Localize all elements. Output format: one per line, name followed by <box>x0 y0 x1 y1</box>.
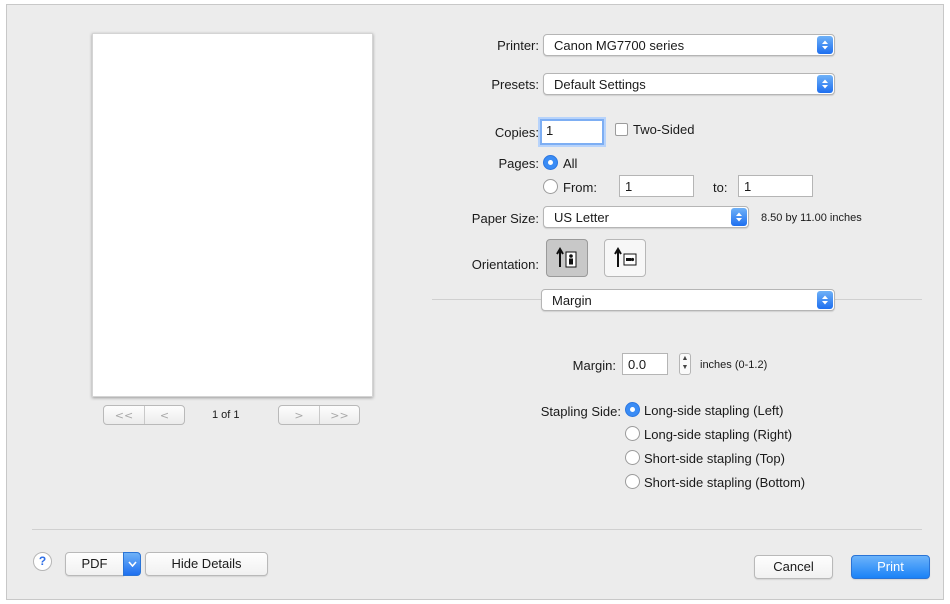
printer-label: Printer: <box>497 38 539 53</box>
cancel-button[interactable]: Cancel <box>754 555 833 579</box>
pages-from-label: From: <box>563 180 597 195</box>
page-preview <box>92 33 373 397</box>
previous-page-button[interactable]: < <box>144 406 184 424</box>
orientation-label: Orientation: <box>471 257 539 272</box>
next-page-button[interactable]: > <box>279 406 319 424</box>
paper-dimensions: 8.50 by 11.00 inches <box>761 212 862 224</box>
preview-nav-back-group: << < <box>103 405 185 425</box>
stapling-option-label: Long-side stapling (Left) <box>644 403 784 418</box>
print-button[interactable]: Print <box>851 555 930 579</box>
chevron-down-icon <box>127 561 137 567</box>
preview-nav-forward-group: > >> <box>278 405 360 425</box>
popup-arrows-icon <box>817 36 833 54</box>
presets-value: Default Settings <box>554 77 646 92</box>
footer-divider <box>32 529 922 530</box>
section-popup[interactable]: Margin <box>541 289 835 311</box>
margin-field[interactable]: 0.0 <box>622 353 668 375</box>
portrait-orientation-icon <box>556 247 577 268</box>
pages-to-label: to: <box>713 180 728 195</box>
stapling-option-label: Short-side stapling (Top) <box>644 451 785 466</box>
paper-size-label: Paper Size: <box>471 211 539 226</box>
first-page-button[interactable]: << <box>104 406 144 424</box>
stapling-option-label: Short-side stapling (Bottom) <box>644 475 806 490</box>
section-value: Margin <box>552 293 592 308</box>
pages-from-radio[interactable] <box>543 179 558 194</box>
landscape-orientation-icon <box>614 247 637 267</box>
help-button[interactable]: ? <box>33 552 52 571</box>
portrait-orientation-button[interactable] <box>546 239 588 277</box>
stapling-option-radio[interactable] <box>625 426 640 441</box>
printer-popup[interactable]: Canon MG7700 series <box>543 34 835 56</box>
landscape-orientation-button[interactable] <box>604 239 646 277</box>
pages-from-field[interactable]: 1 <box>619 175 694 197</box>
popup-arrows-icon <box>817 75 833 93</box>
pdf-button[interactable]: PDF <box>65 552 124 576</box>
paper-size-popup[interactable]: US Letter <box>543 206 749 228</box>
printer-value: Canon MG7700 series <box>554 38 685 53</box>
last-page-button[interactable]: >> <box>319 406 359 424</box>
copies-label: Copies: <box>494 125 539 140</box>
margin-stepper[interactable]: ▲ ▼ <box>679 353 691 375</box>
popup-arrows-icon <box>817 291 833 309</box>
page-counter: 1 of 1 <box>212 409 240 421</box>
stapling-option-radio[interactable] <box>625 474 640 489</box>
presets-popup[interactable]: Default Settings <box>543 73 835 95</box>
stapling-option-label: Long-side stapling (Right) <box>644 427 793 442</box>
pages-label: Pages: <box>498 156 539 171</box>
paper-size-value: US Letter <box>554 210 609 225</box>
hide-details-button[interactable]: Hide Details <box>145 552 268 576</box>
stapling-option-radio[interactable] <box>625 402 640 417</box>
pages-all-radio[interactable] <box>543 155 558 170</box>
pdf-menu-button[interactable] <box>123 552 141 576</box>
pages-all-label: All <box>563 156 578 171</box>
two-sided-checkbox[interactable] <box>615 123 628 136</box>
popup-arrows-icon <box>731 208 747 226</box>
pages-to-field[interactable]: 1 <box>738 175 813 197</box>
presets-label: Presets: <box>491 77 539 92</box>
copies-field[interactable]: 1 <box>540 119 604 145</box>
stapling-option-radio[interactable] <box>625 450 640 465</box>
print-dialog: << < 1 of 1 > >> Printer: Canon MG7700 s… <box>6 4 944 600</box>
margin-units: inches (0-1.2) <box>700 359 768 371</box>
two-sided-label: Two-Sided <box>633 122 695 137</box>
stapling-side-label: Stapling Side: <box>540 404 621 419</box>
margin-label: Margin: <box>572 358 616 373</box>
